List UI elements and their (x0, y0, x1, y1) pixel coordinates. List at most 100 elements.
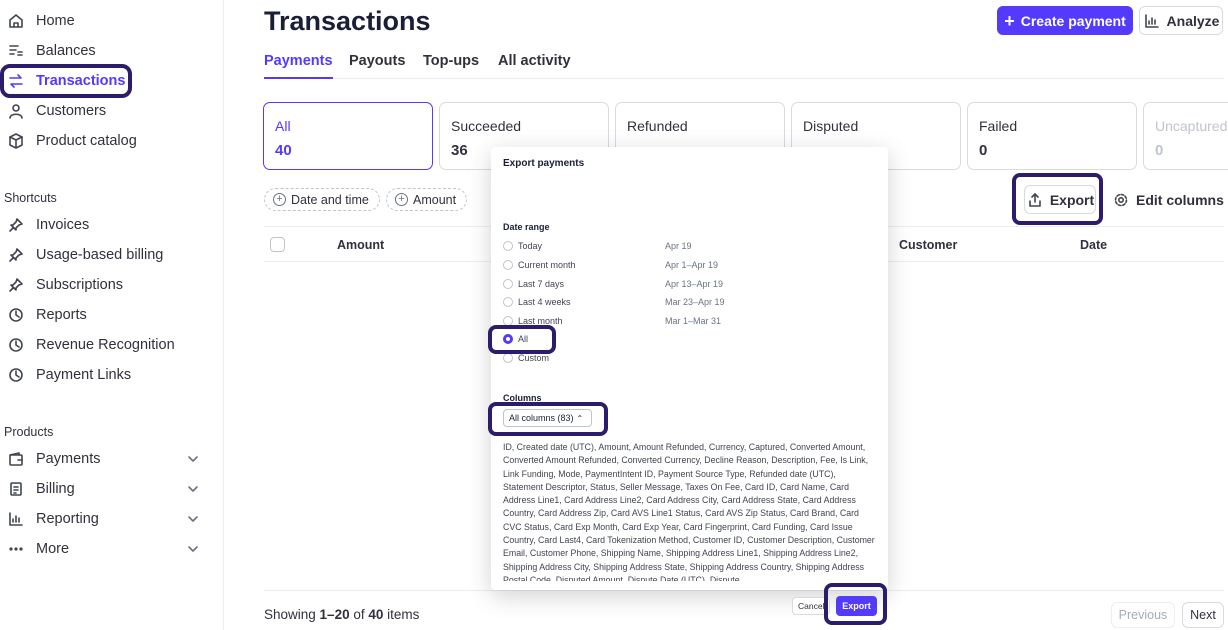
date-option-current-month[interactable]: Current month Apr 1–Apr 19 (503, 258, 743, 272)
sidebar-item-label: Payments (36, 451, 101, 467)
tab-payouts[interactable]: Payouts (349, 53, 405, 79)
option-range: Apr 13–Apr 19 (665, 279, 724, 289)
create-payment-label: Create payment (1020, 12, 1126, 29)
export-payments-dialog: Export payments Date range Today Apr 19 … (491, 147, 888, 590)
next-page-button[interactable]: Next (1182, 602, 1224, 628)
radio-button[interactable] (503, 279, 513, 289)
sidebar-item-reporting[interactable]: Reporting (0, 506, 224, 532)
page-title: Transactions (264, 6, 431, 36)
tab-payments[interactable]: Payments (264, 53, 333, 79)
status-card-label: Uncaptured (1155, 118, 1228, 134)
sidebar-item-more[interactable]: More (0, 536, 224, 562)
divider (264, 590, 1224, 591)
sidebar-item-label: Reporting (36, 511, 99, 527)
date-option-last-month[interactable]: Last month Mar 1–Mar 31 (503, 314, 743, 328)
sidebar-item-label: Invoices (36, 217, 90, 233)
option-label: All (518, 334, 529, 344)
columns-label: Columns (503, 393, 542, 403)
filter-amount[interactable]: + Amount (386, 188, 468, 211)
column-header-amount[interactable]: Amount (337, 238, 384, 252)
radio-button-selected[interactable] (503, 334, 513, 344)
pin-icon (7, 216, 25, 234)
sidebar-item-transactions[interactable]: Transactions (0, 68, 224, 94)
columns-list: ID, Created date (UTC), Amount, Amount R… (503, 442, 875, 581)
option-label: Last month (518, 316, 563, 326)
status-card-uncaptured[interactable]: Uncaptured 0 (1143, 102, 1228, 170)
status-card-count: 0 (1155, 142, 1164, 159)
cancel-button[interactable]: Cancel (792, 597, 830, 615)
option-range: Apr 1–Apr 19 (665, 260, 719, 270)
column-header-customer[interactable]: Customer (899, 238, 957, 252)
radio-button[interactable] (503, 260, 513, 270)
sidebar-item-label: Product catalog (36, 133, 137, 149)
edit-columns-button[interactable]: Edit columns (1112, 185, 1224, 214)
sidebar-item-label: Reports (36, 307, 87, 323)
filter-date-and-time[interactable]: + Date and time (264, 188, 380, 211)
sidebar-item-balances[interactable]: Balances (0, 38, 224, 64)
sidebar-item-label: Payment Links (36, 367, 132, 383)
columns-select[interactable]: All columns (83) ⌃ (503, 409, 592, 427)
analyze-label: Analyze (1166, 12, 1220, 29)
option-label: Custom (518, 353, 550, 363)
pagination-range: 1–20 (319, 607, 350, 622)
column-header-date[interactable]: Date (1080, 238, 1107, 252)
tab-top-ups[interactable]: Top-ups (423, 53, 479, 79)
option-label: Current month (518, 260, 576, 270)
sidebar-item-home[interactable]: Home (0, 8, 224, 34)
home-icon (7, 12, 25, 30)
option-range: Mar 23–Apr 19 (665, 297, 725, 307)
chevron-up-down-icon: ⌃ (576, 413, 584, 423)
sidebar-item-label: Billing (36, 481, 75, 497)
bar-chart-icon (1143, 12, 1161, 30)
more-icon (7, 540, 25, 558)
status-card-all[interactable]: All 40 (263, 102, 433, 170)
radio-button[interactable] (503, 297, 513, 307)
date-option-custom[interactable]: Custom (503, 351, 743, 365)
tab-all-activity[interactable]: All activity (498, 53, 571, 79)
select-all-checkbox[interactable] (270, 237, 285, 252)
sidebar-item-billing[interactable]: Billing (0, 476, 224, 502)
status-card-label: Refunded (627, 118, 688, 134)
sidebar-item-label: Transactions (36, 73, 126, 89)
radio-button[interactable] (503, 353, 513, 363)
sidebar-item-invoices[interactable]: Invoices (0, 212, 224, 238)
columns-select-value: All columns (83) (509, 413, 574, 423)
sidebar-item-payments[interactable]: Payments (0, 446, 224, 472)
bar-chart-icon (7, 510, 25, 528)
sidebar-item-payment-links[interactable]: Payment Links (0, 362, 224, 388)
date-option-last-4-weeks[interactable]: Last 4 weeks Mar 23–Apr 19 (503, 295, 743, 309)
edit-columns-label: Edit columns (1136, 191, 1224, 208)
status-card-label: All (275, 118, 291, 134)
pin-icon (7, 246, 25, 264)
status-card-failed[interactable]: Failed 0 (967, 102, 1137, 170)
sidebar-item-label: Home (36, 13, 75, 29)
status-card-label: Succeeded (451, 118, 522, 134)
clock-icon (7, 336, 25, 354)
chevron-down-icon (185, 540, 201, 558)
sidebar-item-subscriptions[interactable]: Subscriptions (0, 272, 224, 298)
dialog-export-button[interactable]: Export (836, 596, 877, 616)
sidebar-item-product-catalog[interactable]: Product catalog (0, 128, 224, 154)
billing-icon (7, 480, 25, 498)
sidebar-item-usage-based-billing[interactable]: Usage-based billing (0, 242, 224, 268)
analyze-button[interactable]: Analyze (1139, 6, 1223, 35)
transactions-icon (7, 72, 25, 90)
sidebar-item-label: Subscriptions (36, 277, 124, 293)
sidebar: Home Balances Transactions Customers Pro… (0, 0, 224, 630)
create-payment-button[interactable]: + Create payment (997, 6, 1133, 35)
export-label: Export (1049, 191, 1095, 208)
sidebar-item-customers[interactable]: Customers (0, 98, 224, 124)
radio-button[interactable] (503, 241, 513, 251)
sidebar-item-label: Revenue Recognition (36, 337, 175, 353)
radio-button[interactable] (503, 316, 513, 326)
tab-bar: Payments Payouts Top-ups All activity (264, 50, 1224, 79)
sidebar-item-reports[interactable]: Reports (0, 302, 224, 328)
export-button[interactable]: Export (1024, 185, 1096, 214)
sidebar-item-revenue-recognition[interactable]: Revenue Recognition (0, 332, 224, 358)
option-label: Last 4 weeks (518, 297, 571, 307)
date-option-today[interactable]: Today Apr 19 (503, 239, 743, 253)
previous-page-button[interactable]: Previous (1111, 602, 1175, 628)
date-option-last-7-days[interactable]: Last 7 days Apr 13–Apr 19 (503, 277, 743, 291)
balances-icon (7, 42, 25, 60)
date-option-all[interactable]: All (503, 332, 743, 346)
